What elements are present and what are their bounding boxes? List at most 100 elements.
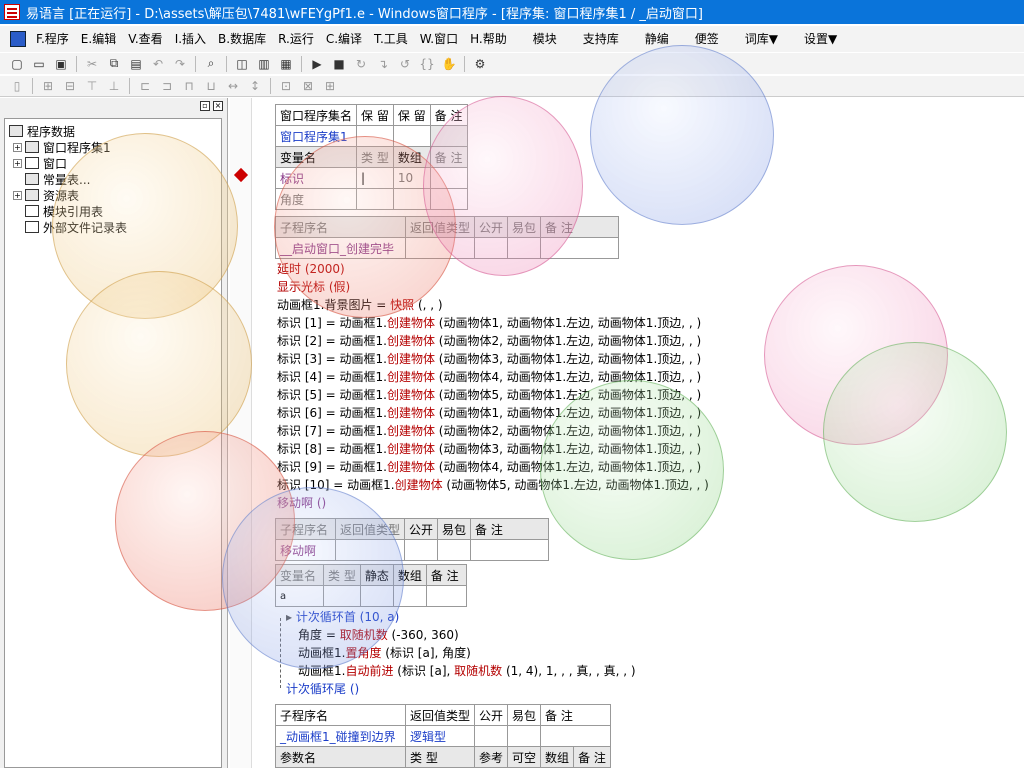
code-line[interactable]: 延时 (2000): [277, 260, 345, 278]
copy-icon[interactable]: ⧉: [105, 55, 123, 73]
step-into-icon[interactable]: ↴: [374, 55, 392, 73]
align-left-icon[interactable]: ▯: [8, 77, 26, 95]
menu-settings[interactable]: 设置▼: [798, 28, 843, 50]
menu-insert[interactable]: I.插入: [169, 28, 212, 50]
code-line[interactable]: 动画框1.背景图片 = 快照 (, , ): [277, 296, 443, 314]
code-line[interactable]: 标识 [5] = 动画框1.创建物体 (动画物体5, 动画物体1.左边, 动画物…: [277, 386, 701, 404]
panel-header: ▫ ×: [0, 98, 227, 114]
restore-icon[interactable]: ▫: [200, 101, 210, 111]
var-name[interactable]: a: [275, 585, 324, 607]
code-line[interactable]: 标识 [10] = 动画框1.创建物体 (动画物体5, 动画物体1.左边, 动画…: [277, 476, 709, 494]
var-array[interactable]: 10: [392, 167, 431, 189]
sub-name[interactable]: 移动啊: [275, 539, 336, 561]
header-cell: 易包: [507, 216, 542, 238]
save-icon[interactable]: ▣: [52, 55, 70, 73]
step-icon[interactable]: ↻: [352, 55, 370, 73]
menu-program[interactable]: F.程序: [30, 28, 75, 50]
code-line[interactable]: 角度 = 取随机数 (-360, 360): [298, 626, 459, 644]
run-icon[interactable]: ▶: [308, 55, 326, 73]
hand-icon[interactable]: ✋: [440, 55, 458, 73]
layout3-icon[interactable]: ▦: [277, 55, 295, 73]
step-out-icon[interactable]: ↺: [396, 55, 414, 73]
code-line[interactable]: 移动啊 (): [277, 494, 326, 512]
close-icon[interactable]: ×: [213, 101, 223, 111]
paste-icon[interactable]: ▤: [127, 55, 145, 73]
menu-edit[interactable]: E.编辑: [75, 28, 122, 50]
code-line[interactable]: 动画框1.置角度 (标识 [a], 角度): [298, 644, 471, 662]
same-width-icon[interactable]: ⊐: [158, 77, 176, 95]
new-file-icon[interactable]: ▢: [8, 55, 26, 73]
align-right-icon[interactable]: ⊟: [61, 77, 79, 95]
menu-help[interactable]: H.帮助: [464, 28, 513, 50]
menu-app-icon[interactable]: [10, 31, 26, 47]
center-v-icon[interactable]: ⊠: [299, 77, 317, 95]
menu-library[interactable]: 支持库: [577, 28, 625, 50]
expand-icon[interactable]: +: [13, 190, 22, 200]
header-cell: 类 型: [356, 146, 394, 168]
menu-module[interactable]: 模块: [527, 28, 563, 50]
header-cell: 备 注: [429, 104, 468, 126]
cut-icon[interactable]: ✂: [83, 55, 101, 73]
find-icon[interactable]: ⌕: [202, 55, 220, 73]
tree-item-constants[interactable]: 常量表...: [25, 171, 90, 187]
module-icon: [25, 205, 39, 217]
code-line[interactable]: 标识 [2] = 动画框1.创建物体 (动画物体2, 动画物体1.左边, 动画物…: [277, 332, 701, 350]
expand-icon[interactable]: +: [13, 142, 22, 152]
code-line[interactable]: 标识 [8] = 动画框1.创建物体 (动画物体3, 动画物体1.左边, 动画物…: [277, 440, 701, 458]
expand-icon[interactable]: +: [13, 158, 22, 168]
sub-return-type[interactable]: 逻辑型: [404, 725, 476, 747]
loop-head[interactable]: ▸ 计次循环首 (10, a): [286, 608, 399, 626]
menu-lexicon[interactable]: 词库▼: [739, 28, 784, 50]
menu-window[interactable]: W.窗口: [414, 28, 464, 50]
align-center-icon[interactable]: ⊞: [39, 77, 57, 95]
align-bottom-icon[interactable]: ⊏: [136, 77, 154, 95]
code-line[interactable]: 标识 [3] = 动画框1.创建物体 (动画物体3, 动画物体1.左边, 动画物…: [277, 350, 701, 368]
var-name[interactable]: 标识: [274, 167, 358, 189]
header-cell: 备 注: [429, 146, 468, 168]
open-folder-icon[interactable]: ▭: [30, 55, 48, 73]
debug-icon[interactable]: ⚙: [471, 55, 489, 73]
code-editor[interactable]: 窗口程序集名 保 留 保 留 备 注 窗口程序集1 变量名 类 型 数组 备 注…: [230, 98, 1024, 768]
menu-view[interactable]: V.查看: [122, 28, 168, 50]
space-h-icon[interactable]: ↔: [224, 77, 242, 95]
code-line[interactable]: 标识 [9] = 动画框1.创建物体 (动画物体4, 动画物体1.左边, 动画物…: [277, 458, 701, 476]
braces-icon[interactable]: {}: [418, 55, 436, 73]
menu-tools[interactable]: T.工具: [368, 28, 414, 50]
redo-icon[interactable]: ↷: [171, 55, 189, 73]
sub-name[interactable]: __启动窗口_创建完毕: [275, 237, 406, 259]
menu-run[interactable]: R.运行: [272, 28, 320, 50]
menu-static[interactable]: 静编: [639, 28, 675, 50]
assembly-name[interactable]: 窗口程序集1: [274, 125, 358, 147]
project-panel: ▫ × 程序数据 + 窗口程序集1 + 窗口 常量表... + 资源表 模块引用…: [0, 98, 228, 768]
code-line[interactable]: 标识 [1] = 动画框1.创建物体 (动画物体1, 动画物体1.左边, 动画物…: [277, 314, 701, 332]
var-type[interactable]: |: [356, 167, 394, 189]
tree-item-resources[interactable]: + 资源表: [13, 187, 79, 203]
same-height-icon[interactable]: ⊓: [180, 77, 198, 95]
undo-icon[interactable]: ↶: [149, 55, 167, 73]
code-line[interactable]: 标识 [4] = 动画框1.创建物体 (动画物体4, 动画物体1.左边, 动画物…: [277, 368, 701, 386]
layout1-icon[interactable]: ◫: [233, 55, 251, 73]
code-line[interactable]: 标识 [6] = 动画框1.创建物体 (动画物体1, 动画物体1.左边, 动画物…: [277, 404, 701, 422]
code-line[interactable]: 标识 [7] = 动画框1.创建物体 (动画物体2, 动画物体1.左边, 动画物…: [277, 422, 701, 440]
menu-compile[interactable]: C.编译: [320, 28, 368, 50]
tree-item-modules[interactable]: 模块引用表: [25, 203, 103, 219]
align-top-icon[interactable]: ⊤: [83, 77, 101, 95]
align-middle-icon[interactable]: ⊥: [105, 77, 123, 95]
center-icon[interactable]: ⊡: [277, 77, 295, 95]
space-v-icon[interactable]: ↕: [246, 77, 264, 95]
menu-notes[interactable]: 便签: [689, 28, 725, 50]
menu-database[interactable]: B.数据库: [212, 28, 272, 50]
tree-item-assembly[interactable]: + 窗口程序集1: [13, 139, 111, 155]
tree-item-window[interactable]: + 窗口: [13, 155, 67, 171]
code-line[interactable]: 动画框1.自动前进 (标识 [a], 取随机数 (1, 4), 1, , , 真…: [298, 662, 636, 680]
layout2-icon[interactable]: ▥: [255, 55, 273, 73]
var-name[interactable]: 角度: [274, 188, 358, 210]
distribute-icon[interactable]: ⊞: [321, 77, 339, 95]
stop-icon[interactable]: ■: [330, 55, 348, 73]
same-size-icon[interactable]: ⊔: [202, 77, 220, 95]
tree-item-external[interactable]: 外部文件记录表: [25, 219, 127, 235]
code-line[interactable]: 显示光标 (假): [277, 278, 350, 296]
loop-tail[interactable]: 计次循环尾 (): [286, 680, 359, 698]
tree-root[interactable]: 程序数据: [9, 123, 75, 139]
sub-name[interactable]: _动画框1_碰撞到边界: [275, 725, 406, 747]
